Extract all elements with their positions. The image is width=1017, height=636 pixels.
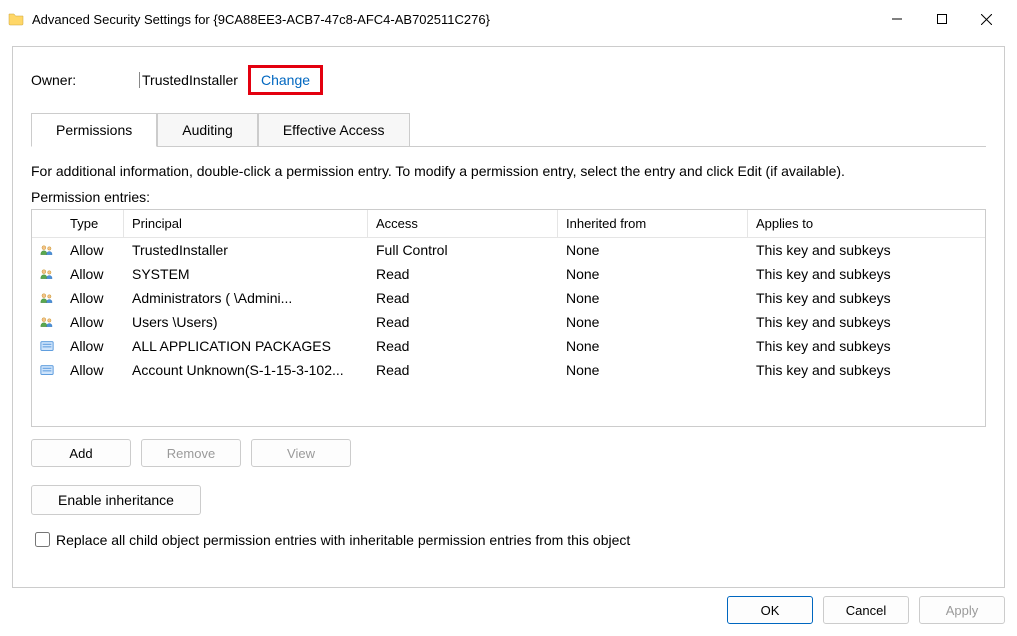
cell-applies: This key and subkeys	[748, 240, 985, 260]
cell-principal: Account Unknown(S-1-15-3-102...	[124, 360, 368, 380]
cell-access: Read	[368, 288, 558, 308]
cell-inherited: None	[558, 312, 748, 332]
remove-button[interactable]: Remove	[141, 439, 241, 467]
cell-access: Read	[368, 360, 558, 380]
cell-principal: TrustedInstaller	[124, 240, 368, 260]
cell-applies: This key and subkeys	[748, 288, 985, 308]
cell-type: Allow	[62, 312, 124, 332]
package-icon	[32, 361, 62, 379]
apply-button[interactable]: Apply	[919, 596, 1005, 624]
owner-row: Owner: TrustedInstaller Change	[31, 65, 986, 95]
cell-access: Read	[368, 312, 558, 332]
users-icon	[32, 241, 62, 259]
table-row[interactable]: AllowALL APPLICATION PACKAGESReadNoneThi…	[32, 334, 985, 358]
maximize-button[interactable]	[919, 4, 964, 34]
titlebar: Advanced Security Settings for {9CA88EE3…	[0, 0, 1017, 38]
cell-access: Read	[368, 336, 558, 356]
tab-strip: Permissions Auditing Effective Access	[31, 113, 986, 147]
window-title: Advanced Security Settings for {9CA88EE3…	[32, 12, 874, 27]
table-row[interactable]: AllowAccount Unknown(S-1-15-3-102...Read…	[32, 358, 985, 382]
content-frame: Owner: TrustedInstaller Change Permissio…	[12, 46, 1005, 588]
owner-label: Owner:	[31, 72, 139, 88]
cell-type: Allow	[62, 336, 124, 356]
table-row[interactable]: AllowTrustedInstallerFull ControlNoneThi…	[32, 238, 985, 262]
users-icon	[32, 289, 62, 307]
tab-permissions[interactable]: Permissions	[31, 113, 157, 147]
owner-value: TrustedInstaller	[139, 72, 238, 88]
th-icon	[32, 210, 62, 237]
cell-access: Full Control	[368, 240, 558, 260]
cell-type: Allow	[62, 240, 124, 260]
minimize-button[interactable]	[874, 4, 919, 34]
cell-applies: This key and subkeys	[748, 312, 985, 332]
cell-applies: This key and subkeys	[748, 336, 985, 356]
th-principal[interactable]: Principal	[124, 210, 368, 237]
table-row[interactable]: AllowAdministrators ( \Admini...ReadNone…	[32, 286, 985, 310]
cell-inherited: None	[558, 240, 748, 260]
entries-label: Permission entries:	[31, 189, 986, 205]
close-button[interactable]	[964, 4, 1009, 34]
footer-buttons: OK Cancel Apply	[0, 588, 1017, 624]
cell-type: Allow	[62, 360, 124, 380]
view-button[interactable]: View	[251, 439, 351, 467]
table-buttons: Add Remove View	[31, 439, 986, 467]
tab-effective-access[interactable]: Effective Access	[258, 113, 410, 146]
th-access[interactable]: Access	[368, 210, 558, 237]
cell-inherited: None	[558, 264, 748, 284]
cell-applies: This key and subkeys	[748, 264, 985, 284]
table-row[interactable]: AllowUsers \Users)ReadNoneThis key and s…	[32, 310, 985, 334]
cell-applies: This key and subkeys	[748, 360, 985, 380]
folder-icon	[8, 11, 24, 27]
cancel-button[interactable]: Cancel	[823, 596, 909, 624]
users-icon	[32, 265, 62, 283]
cell-inherited: None	[558, 360, 748, 380]
enable-inheritance-button[interactable]: Enable inheritance	[31, 485, 201, 515]
cell-principal: Administrators ( \Admini...	[124, 288, 368, 308]
th-applies[interactable]: Applies to	[748, 210, 985, 237]
ok-button[interactable]: OK	[727, 596, 813, 624]
cell-type: Allow	[62, 288, 124, 308]
cell-inherited: None	[558, 336, 748, 356]
cell-type: Allow	[62, 264, 124, 284]
package-icon	[32, 337, 62, 355]
info-text: For additional information, double-click…	[31, 163, 986, 179]
add-button[interactable]: Add	[31, 439, 131, 467]
change-owner-link[interactable]: Change	[248, 65, 323, 95]
cell-principal: ALL APPLICATION PACKAGES	[124, 336, 368, 356]
replace-checkbox[interactable]	[35, 532, 50, 547]
permission-table: Type Principal Access Inherited from App…	[31, 209, 986, 427]
table-header: Type Principal Access Inherited from App…	[32, 210, 985, 238]
th-inherited[interactable]: Inherited from	[558, 210, 748, 237]
replace-checkbox-label: Replace all child object permission entr…	[56, 532, 630, 548]
replace-checkbox-row: Replace all child object permission entr…	[31, 529, 986, 550]
cell-access: Read	[368, 264, 558, 284]
window-controls	[874, 4, 1009, 34]
cell-principal: Users \Users)	[124, 312, 368, 332]
table-row[interactable]: AllowSYSTEMReadNoneThis key and subkeys	[32, 262, 985, 286]
cell-principal: SYSTEM	[124, 264, 368, 284]
cell-inherited: None	[558, 288, 748, 308]
users-icon	[32, 313, 62, 331]
th-type[interactable]: Type	[62, 210, 124, 237]
tab-auditing[interactable]: Auditing	[157, 113, 258, 146]
table-body: AllowTrustedInstallerFull ControlNoneThi…	[32, 238, 985, 382]
